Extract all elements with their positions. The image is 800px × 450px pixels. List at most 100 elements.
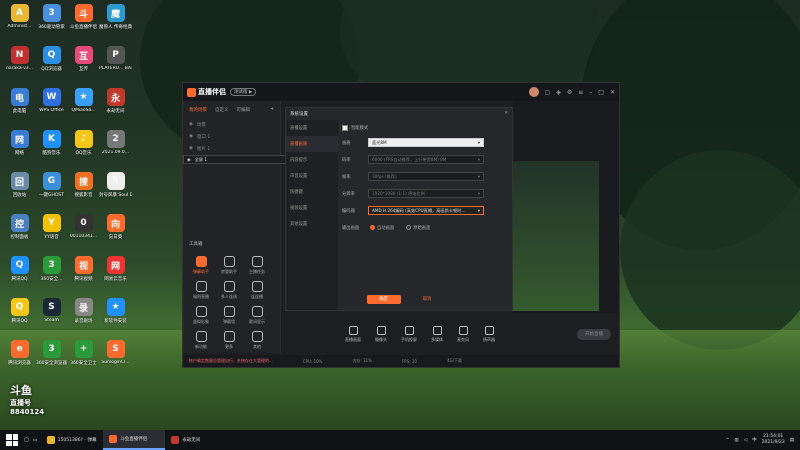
eye-icon[interactable]: ◉ xyxy=(187,157,191,162)
tab-custom[interactable]: 自定义 xyxy=(215,107,229,113)
desktop-icon[interactable]: Q 腾讯QQ xyxy=(3,256,36,282)
settings-nav-item[interactable]: 快捷键 xyxy=(286,184,338,200)
version-badge[interactable]: 测试版 ▶ xyxy=(230,88,257,96)
desktop-icon[interactable]: Q 腾讯QQ xyxy=(3,298,36,324)
tool-item[interactable]: 歌词显示 xyxy=(243,306,271,325)
message-icon[interactable]: ▢ xyxy=(545,89,551,96)
setting-select[interactable]: 30fps (推荐) ▾ xyxy=(368,172,484,181)
desktop-icon[interactable]: 向向日葵 xyxy=(99,214,132,240)
setting-select[interactable]: AMD H.264编码 (高效CPU直播，高画质卡顿时… ▾ xyxy=(368,206,484,215)
ok-button[interactable]: 确定 xyxy=(366,295,401,304)
volume-icon[interactable]: ◁ xyxy=(744,438,747,443)
desktop-icon[interactable]: G 一键GHOST xyxy=(35,172,68,198)
search-icon[interactable]: ◯ xyxy=(24,438,29,443)
tool-item[interactable]: 福利直播 xyxy=(187,281,215,300)
settings-nav-item[interactable]: 其他设置 xyxy=(286,216,338,232)
settings-nav-item[interactable]: 直播设置 xyxy=(286,120,338,136)
source-button[interactable]: 扬声器 xyxy=(483,325,495,343)
desktop-icon[interactable]: Q QQ浏览器 xyxy=(35,46,68,72)
source-button[interactable]: 麦克风 xyxy=(457,325,469,343)
scene-item[interactable]: ◉ 窗口 1 xyxy=(183,131,280,143)
desktop-icon[interactable]: 网网易云音乐 xyxy=(99,256,132,282)
desktop-icon[interactable]: 互互传 xyxy=(67,46,100,72)
desktop-icon[interactable]: 永永劫无间 xyxy=(99,88,132,114)
eye-icon[interactable]: ◉ xyxy=(189,134,193,140)
desktop-icon[interactable]: S SunloginCl... xyxy=(99,340,132,365)
tool-item[interactable]: 房管助手 xyxy=(215,256,243,275)
taskbar-item[interactable]: 永劫无间 xyxy=(165,430,227,450)
network-icon[interactable]: ▥ xyxy=(734,438,738,443)
eye-icon[interactable]: ◉ xyxy=(189,146,193,152)
desktop-icon[interactable]: +360安全卫士 xyxy=(67,340,100,366)
desktop-icon[interactable]: Y YY语音 xyxy=(35,214,68,240)
source-button[interactable]: 摄像头 xyxy=(375,325,387,343)
tool-item[interactable]: 新功能 xyxy=(187,331,215,350)
desktop-icon[interactable]: 录录音剧场 xyxy=(67,298,100,324)
taskbar-item[interactable]: 斗鱼直播伴侣 xyxy=(103,430,166,450)
ime-icon[interactable]: 中 xyxy=(752,437,757,443)
desktop-icon[interactable]: W WPS Office xyxy=(35,88,68,113)
minimize-icon[interactable]: – xyxy=(589,89,592,96)
task-view-icon[interactable]: ▭ xyxy=(33,438,37,443)
desktop-icon[interactable]: 电此电脑 xyxy=(3,88,36,114)
scene-item[interactable]: ◉ 场景 xyxy=(183,119,280,131)
desktop-icon[interactable]: A Administ... xyxy=(3,4,36,29)
tool-item[interactable]: 弹幕墙 xyxy=(215,306,243,325)
output-radio-auto[interactable] xyxy=(370,225,375,230)
source-button[interactable]: 多媒体 xyxy=(431,325,443,343)
desktop-icon[interactable]: 回回收站 xyxy=(3,172,36,198)
tray-up-icon[interactable]: ^ xyxy=(726,438,730,443)
cancel-button[interactable]: 取消 xyxy=(423,295,432,304)
desktop-icon[interactable]: 控控制面板 xyxy=(3,214,36,240)
desktop-icon[interactable]: 0 00110341... xyxy=(67,214,100,239)
source-button[interactable]: 直播画面 xyxy=(345,325,361,343)
desktop-icon[interactable]: 2 2021.09.0... xyxy=(99,130,132,155)
tool-item[interactable]: 其他 xyxy=(243,331,271,350)
output-radio-original[interactable] xyxy=(406,225,412,230)
settings-icon[interactable]: ⚙ xyxy=(567,89,572,96)
desktop-icon[interactable]: P PLAYERU... BATTLEGR... xyxy=(99,46,132,71)
settings-nav-item[interactable]: 直播画质 xyxy=(286,136,338,152)
desktop-icon[interactable]: 3 360安全... xyxy=(35,256,68,282)
notification-icon[interactable]: ▤ xyxy=(790,438,794,443)
smart-mode-checkbox[interactable] xyxy=(342,125,348,131)
desktop-icon[interactable]: 3 360安全浏览器 xyxy=(35,340,68,366)
settings-nav-item[interactable]: 声音设置 xyxy=(286,168,338,184)
setting-select[interactable]: 蓝光8M ▾ xyxy=(368,138,484,147)
desktop-icon[interactable]: ♪ QQ音乐 xyxy=(67,130,100,156)
desktop-icon[interactable]: 搜搜狐影音 xyxy=(67,172,100,198)
tool-item[interactable]: 虚拟形象 xyxy=(187,306,215,325)
desktop-icon[interactable]: Nnaraka-v3... xyxy=(3,46,36,71)
maximize-icon[interactable]: □ xyxy=(598,89,604,96)
tab-my-scenes[interactable]: 我的场景 xyxy=(189,107,207,113)
desktop-icon[interactable]: S Steam xyxy=(35,298,68,323)
desktop-icon[interactable]: 3 360驱动管家 xyxy=(35,4,68,30)
avatar[interactable] xyxy=(528,87,539,97)
scene-item[interactable]: ◉ 全屏 1 xyxy=(183,155,299,164)
tab-editable[interactable]: 可编辑 xyxy=(237,107,251,113)
source-button[interactable]: 手机投屏 xyxy=(401,325,417,343)
desktop-icon[interactable]: K 酷狗音乐 xyxy=(35,130,68,156)
tool-item[interactable]: 连连播 xyxy=(243,281,271,300)
eye-icon[interactable]: ◉ xyxy=(189,122,193,128)
settings-nav-item[interactable]: 视频设置 xyxy=(286,200,338,216)
settings-nav-item[interactable]: 内容提示 xyxy=(286,152,338,168)
gift-icon[interactable]: ◈ xyxy=(556,89,561,96)
desktop-icon[interactable]: ★ 新软件安装 xyxy=(99,298,132,324)
dialog-close-icon[interactable]: ✕ xyxy=(504,111,508,116)
desktop-icon[interactable]: S 封号风暴 Soul D... xyxy=(99,172,132,198)
desktop-icon[interactable]: 视腾讯视频 xyxy=(67,256,100,282)
desktop-icon[interactable]: 网网络 xyxy=(3,130,36,156)
scene-item[interactable]: ◉ 图片 1 xyxy=(183,143,280,155)
menu-icon[interactable]: ≡ xyxy=(578,89,583,96)
tool-item[interactable]: 弹幕助手 xyxy=(187,256,215,275)
taskbar-item[interactable]: 15051386? - 弹幕... xyxy=(41,430,103,450)
tool-item[interactable]: 更多 xyxy=(215,331,243,350)
clock[interactable]: 21:54:01 2021/9/23 xyxy=(762,434,785,446)
tool-item[interactable]: 多人连线 xyxy=(215,281,243,300)
close-icon[interactable]: ✕ xyxy=(610,89,615,96)
setting-select[interactable]: 6000 (FPS自动推荐，上行带宽8M) 8M ▾ xyxy=(368,155,484,164)
desktop-icon[interactable]: e 腾讯浏览器 xyxy=(3,340,36,366)
tool-item[interactable]: 主播任务 xyxy=(243,256,271,275)
desktop-icon[interactable]: 魔魔兽人 传奇经典 xyxy=(99,4,132,30)
